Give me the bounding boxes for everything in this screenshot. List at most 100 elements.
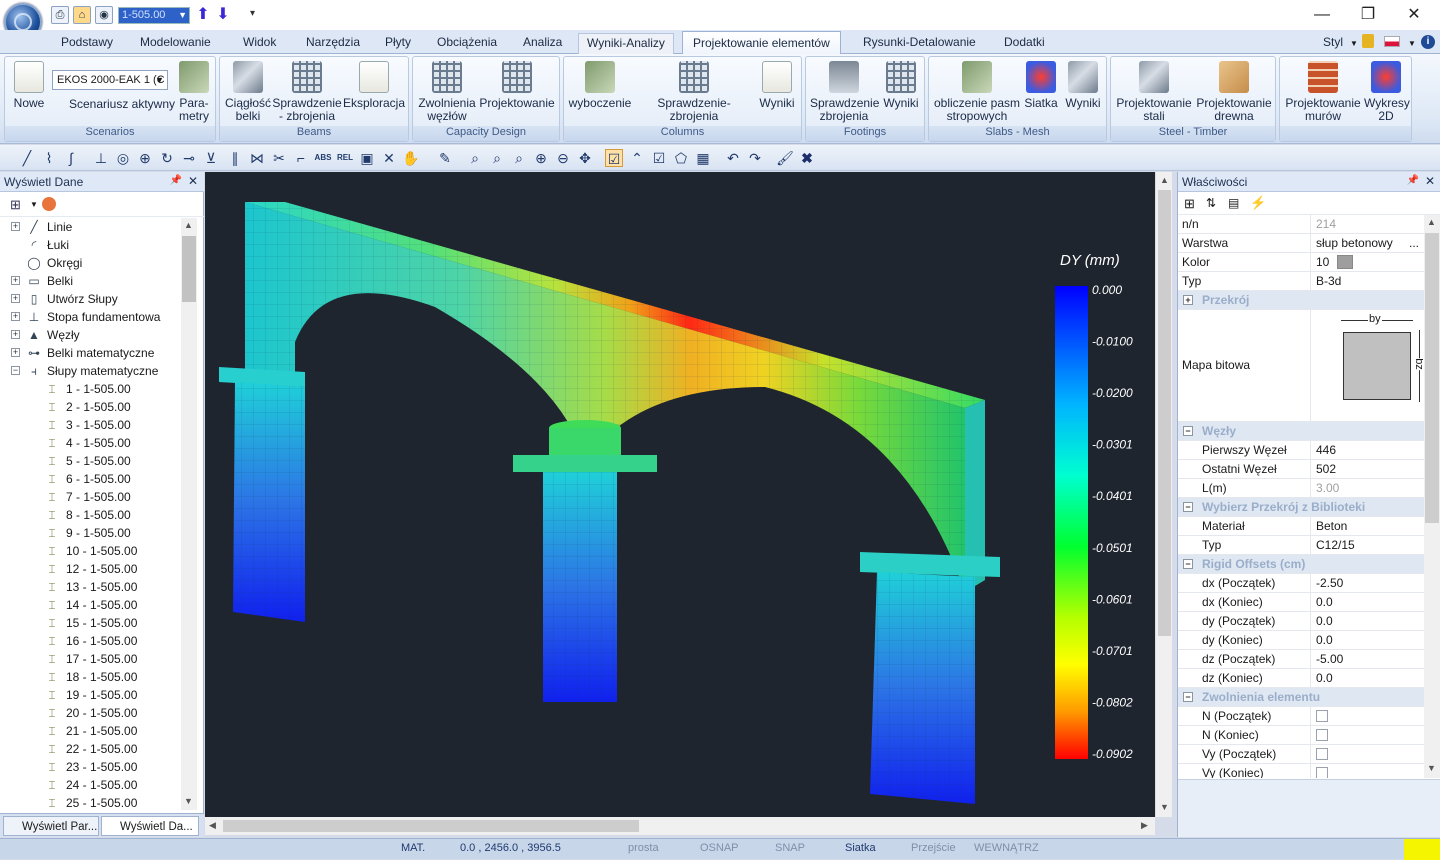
- pin-icon[interactable]: 📌: [1407, 175, 1419, 186]
- properties-scrollbar[interactable]: ▲ ▼: [1424, 215, 1440, 778]
- property-value[interactable]: C12/15: [1310, 536, 1423, 554]
- delete-icon[interactable]: ✖: [798, 149, 816, 167]
- property-value[interactable]: -2.50: [1310, 574, 1423, 592]
- close-icon[interactable]: ✕: [1425, 174, 1435, 188]
- table-icon[interactable]: ▦: [694, 149, 712, 167]
- scenario-select[interactable]: EKOS 2000-EAK 1 (C ▼: [52, 70, 168, 90]
- property-value[interactable]: słup betonowy...: [1310, 234, 1423, 252]
- graph-icon[interactable]: ⌃: [628, 149, 646, 167]
- property-value[interactable]: 446: [1310, 441, 1423, 459]
- style-menu[interactable]: Styl: [1323, 34, 1343, 54]
- tree-subitem[interactable]: ⌶ 17 - 1-505.00: [0, 650, 180, 668]
- masonry-design-button[interactable]: Projektowanie murów: [1284, 61, 1362, 123]
- beam-check-button[interactable]: Sprawdzenie - zbrojenia: [272, 61, 342, 123]
- tree-subitem[interactable]: ⌶ 10 - 1-505.00: [0, 542, 180, 560]
- sort-az-icon[interactable]: ⇅: [1206, 196, 1216, 210]
- property-value[interactable]: -5.00: [1310, 650, 1423, 668]
- perpendicular-icon[interactable]: ⊥: [92, 149, 110, 167]
- close-icon[interactable]: ✕: [188, 174, 198, 188]
- tree-item[interactable]: ◯ Okręgi: [0, 254, 180, 272]
- categorized-icon[interactable]: ⊞: [1184, 196, 1195, 212]
- tree-subitem[interactable]: ⌶ 6 - 1-505.00: [0, 470, 180, 488]
- tree-subitem[interactable]: ⌶ 19 - 1-505.00: [0, 686, 180, 704]
- lightning-icon[interactable]: ⚡: [1250, 195, 1266, 211]
- scissors-icon[interactable]: ✂: [270, 149, 288, 167]
- tab-display-params[interactable]: Wyświetl Par...: [3, 816, 99, 836]
- parameters-button[interactable]: Para- metry: [175, 61, 213, 123]
- new-scenario-button[interactable]: Nowe: [11, 61, 47, 110]
- tree-item[interactable]: + ▭ Belki: [0, 272, 180, 290]
- rel-coords-icon[interactable]: REL: [336, 149, 354, 167]
- tab-rysunki-detalowanie[interactable]: Rysunki-Detalowanie: [863, 34, 976, 54]
- status-osnap[interactable]: OSNAP: [700, 842, 739, 854]
- line-tool-icon[interactable]: ╱: [18, 149, 36, 167]
- rotate-icon[interactable]: ↻: [158, 149, 176, 167]
- buckling-button[interactable]: wyboczenie: [568, 61, 632, 110]
- curve-tool-icon[interactable]: ∫: [62, 149, 80, 167]
- tab-modelowanie[interactable]: Modelowanie: [140, 34, 211, 54]
- tree-subitem[interactable]: ⌶ 8 - 1-505.00: [0, 506, 180, 524]
- customize-quick-access-icon[interactable]: ▾: [250, 8, 255, 19]
- print-icon[interactable]: ⎙: [51, 6, 69, 24]
- status-wewnatrz[interactable]: WEWNĄTRZ: [974, 842, 1039, 854]
- maximize-button[interactable]: ❐: [1348, 4, 1388, 26]
- help-icon[interactable]: i: [1421, 35, 1435, 49]
- property-value[interactable]: 0.0: [1310, 669, 1423, 687]
- tree-subitem[interactable]: ⌶ 12 - 1-505.00: [0, 560, 180, 578]
- property-value[interactable]: Beton: [1310, 517, 1423, 535]
- tree-subitem[interactable]: ⌶ 4 - 1-505.00: [0, 434, 180, 452]
- trim-icon[interactable]: ⋈: [248, 149, 266, 167]
- ellipsis-button[interactable]: ...: [1409, 234, 1419, 252]
- checkbox[interactable]: [1316, 767, 1328, 778]
- circle-tool-icon[interactable]: ◎: [114, 149, 132, 167]
- checkbox[interactable]: [1316, 710, 1328, 722]
- status-siatka[interactable]: Siatka: [845, 842, 876, 854]
- property-checkbox[interactable]: [1310, 707, 1423, 725]
- brush-icon[interactable]: 🖌: [776, 149, 794, 167]
- status-snap[interactable]: SNAP: [775, 842, 805, 854]
- undo-icon[interactable]: ↶: [724, 149, 742, 167]
- scroll-left-icon[interactable]: ◀: [209, 820, 216, 831]
- tree-item[interactable]: + ⊶ Belki matematyczne: [0, 344, 180, 362]
- dimension-icon[interactable]: ⊻: [202, 149, 220, 167]
- tree-view-icon[interactable]: ⊞: [10, 197, 21, 213]
- quick-access-input[interactable]: 1-505.00 ▼: [118, 7, 190, 24]
- check-icon[interactable]: ☑: [605, 149, 623, 167]
- redo-icon[interactable]: ↷: [746, 149, 764, 167]
- tree-subitem[interactable]: ⌶ 3 - 1-505.00: [0, 416, 180, 434]
- scroll-down-icon[interactable]: ▼: [184, 796, 193, 806]
- tree-subitem[interactable]: ⌶ 1 - 1-505.00: [0, 380, 180, 398]
- scroll-thumb[interactable]: [223, 820, 639, 832]
- checkbox[interactable]: [1316, 729, 1328, 741]
- zoom-icon[interactable]: ⌕: [466, 149, 484, 167]
- collapse-icon[interactable]: −: [1183, 502, 1193, 512]
- expand-icon[interactable]: +: [11, 294, 20, 303]
- offset-icon[interactable]: ⊸: [180, 149, 198, 167]
- tree-item[interactable]: ◜ Łuki: [0, 236, 180, 254]
- corner-icon[interactable]: ⌐: [292, 149, 310, 167]
- tab-widok[interactable]: Widok: [243, 34, 276, 54]
- property-category[interactable]: − Rigid Offsets (cm): [1178, 555, 1424, 574]
- minimize-button[interactable]: —: [1302, 4, 1342, 26]
- tree-item[interactable]: − ⫞ Słupy matematyczne: [0, 362, 180, 380]
- tree-subitem[interactable]: ⌶ 18 - 1-505.00: [0, 668, 180, 686]
- property-category[interactable]: − Wybierz Przekrój z Biblioteki: [1178, 498, 1424, 517]
- expand-icon[interactable]: +: [11, 348, 20, 357]
- tab-dodatki[interactable]: Dodatki: [1004, 34, 1045, 54]
- capacity-design-button[interactable]: Projektowanie: [479, 61, 555, 110]
- close-button[interactable]: ✕: [1394, 4, 1434, 26]
- property-checkbox[interactable]: [1310, 726, 1423, 744]
- property-category[interactable]: − Węzły: [1178, 422, 1424, 441]
- property-value[interactable]: 0.0: [1310, 612, 1423, 630]
- column-check-button[interactable]: Sprawdzenie-zbrojenia: [634, 61, 754, 123]
- expand-icon[interactable]: +: [11, 222, 20, 231]
- charts-2d-button[interactable]: Wykresy 2D: [1364, 61, 1410, 123]
- lock-icon[interactable]: [1362, 34, 1374, 48]
- tree-subitem[interactable]: ⌶ 5 - 1-505.00: [0, 452, 180, 470]
- node-releases-button[interactable]: Zwolnienia węzłów: [417, 61, 477, 123]
- zoom-in-icon[interactable]: ⊕: [532, 149, 550, 167]
- zoom-extents-icon[interactable]: ⌕: [510, 149, 528, 167]
- abs-coords-icon[interactable]: ABS: [314, 149, 332, 167]
- cross-select-icon[interactable]: ✕: [380, 149, 398, 167]
- scroll-up-icon[interactable]: ▲: [1160, 175, 1169, 185]
